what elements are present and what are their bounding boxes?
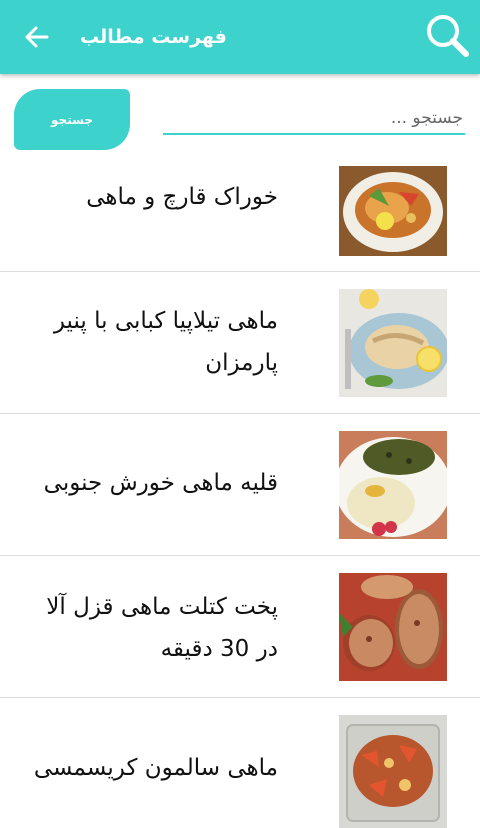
article-list: خوراک قارچ و ماهی ماهی تیلاپیا کبابی با … [0,155,480,828]
app-bar: فهرست مطالب [0,0,480,74]
grilled-tilapia-parmesan-image [339,289,447,397]
article-title: ماهی سالمون کریسمسی [33,755,278,781]
search-input[interactable] [163,103,465,135]
back-button[interactable] [20,20,54,54]
search-button[interactable]: جستجو [14,89,130,150]
article-title: ماهی تیلاپیا کبابی با پنیر پارمزان [53,308,278,376]
list-item[interactable]: خوراک قارچ و ماهی [0,155,480,272]
list-item[interactable]: ماهی تیلاپیا کبابی با پنیر پارمزان [0,272,480,414]
trout-cutlet-image [339,573,447,681]
article-title: قلیه ماهی خورش جنوبی [43,470,278,496]
article-title: خوراک قارچ و ماهی [86,184,278,210]
list-item[interactable]: قلیه ماهی خورش جنوبی [0,414,480,556]
christmas-salmon-image [339,715,447,828]
ghalieh-mahi-stew-image [339,431,447,539]
fish-mushroom-dish-image [339,166,447,256]
list-item[interactable]: پخت کتلت ماهی قزل آلا در 30 دقیقه [0,556,480,698]
article-title: پخت کتلت ماهی قزل آلا در 30 دقیقه [46,594,278,662]
page-title: فهرست مطالب [80,26,227,48]
search-icon-button[interactable] [424,12,472,60]
list-item[interactable]: ماهی سالمون کریسمسی [0,698,480,828]
arrow-left-icon [25,26,49,48]
search-icon [427,15,469,57]
